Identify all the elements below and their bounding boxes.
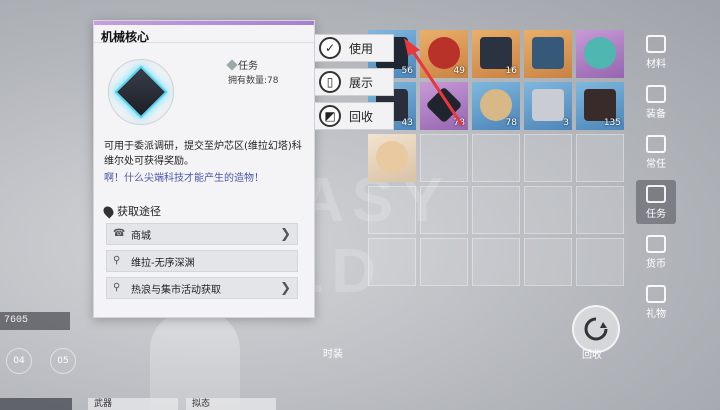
inventory-slot-empty[interactable] — [368, 238, 416, 286]
inventory-slot-empty[interactable] — [472, 186, 520, 234]
inventory-slot[interactable] — [524, 30, 572, 78]
rail-tab-currency[interactable]: 货币 — [636, 230, 676, 274]
chevron-right-icon: ❯ — [280, 281, 291, 296]
source-event[interactable]: ⚲ 热浪与集市活动获取 ❯ — [106, 277, 298, 299]
source-heading: 获取途径 — [101, 203, 161, 219]
display-icon: ▯ — [319, 71, 341, 93]
item-action-menu: ✓ 使用 ▯ 展示 ◩ 回收 — [314, 34, 394, 130]
recycle-button-label: 回收 — [582, 350, 602, 361]
recycle-icon — [584, 317, 608, 341]
recycle-item-button[interactable]: ◩ 回收 — [314, 102, 394, 130]
box-icon: ◩ — [319, 105, 341, 127]
equipment-icon — [646, 84, 666, 103]
bottom-tab-weapon[interactable]: 武器 — [88, 398, 178, 410]
character-figure — [150, 310, 240, 410]
inventory-slot-empty[interactable] — [524, 238, 572, 286]
item-description: 可用于委派调研，提交至炉芯区(维拉幻塔)科维尔处可获得奖励。 — [104, 141, 302, 167]
location-pin-icon — [101, 203, 116, 219]
gift-icon — [646, 284, 666, 303]
rail-tab-gift[interactable]: 礼物 — [636, 280, 676, 324]
inventory-slot-empty[interactable] — [472, 238, 520, 286]
use-button[interactable]: ✓ 使用 — [314, 34, 394, 62]
inventory-slot-empty[interactable] — [524, 186, 572, 234]
inventory-grid: 56 49 16 43 78 78 3 135 — [368, 30, 624, 286]
inventory-slot-empty[interactable] — [420, 134, 468, 182]
inventory-slot-empty[interactable] — [576, 238, 624, 286]
event-icon: ⚲ — [113, 282, 121, 293]
inventory-slot[interactable] — [576, 30, 624, 78]
rail-tab-common[interactable]: 常任 — [636, 130, 676, 174]
chevron-right-icon: ❯ — [280, 227, 291, 242]
inventory-slot[interactable]: 49 — [420, 30, 468, 78]
inventory-slot-empty[interactable] — [420, 186, 468, 234]
currency-icon — [646, 234, 666, 253]
rail-tab-equipment[interactable]: 装备 — [636, 80, 676, 124]
show-button[interactable]: ▯ 展示 — [314, 68, 394, 96]
item-detail-panel: 机械核心 任务 拥有数量:78 可用于委派调研，提交至炉芯区(维拉幻塔)科维尔处… — [93, 20, 315, 318]
inventory-slot-empty[interactable] — [524, 134, 572, 182]
inventory-slot-empty[interactable] — [472, 134, 520, 182]
inventory-slot[interactable] — [368, 134, 416, 182]
quest-icon — [646, 184, 666, 203]
mechanical-core-icon — [114, 65, 168, 119]
inventory-slot[interactable]: 3 — [524, 82, 572, 130]
check-icon: ✓ — [319, 37, 341, 59]
inventory-slot[interactable]: 135 — [576, 82, 624, 130]
inventory-slot-empty[interactable] — [576, 134, 624, 182]
inventory-slot-empty[interactable] — [368, 186, 416, 234]
category-rail: 材料 装备 常任 任务 货币 礼物 — [636, 30, 676, 324]
source-abyss[interactable]: ⚲ 维拉-无序深渊 — [106, 250, 298, 272]
item-owned-count: 拥有数量:78 — [228, 76, 279, 86]
rail-tab-materials[interactable]: 材料 — [636, 30, 676, 74]
materials-icon — [646, 34, 666, 53]
item-type: 任务 — [226, 57, 258, 72]
inventory-slot[interactable]: 78 — [420, 82, 468, 130]
common-icon — [646, 134, 666, 153]
item-icon-frame — [108, 59, 174, 125]
inventory-slot-empty[interactable] — [420, 238, 468, 286]
source-list: ☎ 商城 ❯ ⚲ 维拉-无序深渊 ⚲ 热浪与集市活动获取 ❯ — [106, 223, 298, 299]
rail-tab-quest[interactable]: 任务 — [636, 180, 676, 224]
bottom-tab-bar: 武器 拟态 — [0, 398, 720, 410]
slot-04-badge[interactable]: 04 — [6, 348, 32, 374]
power-stat: 7605 — [0, 312, 70, 330]
dungeon-icon: ⚲ — [113, 255, 121, 266]
item-flavor-text: 啊！什么尖端科技才能产生的造物！ — [104, 173, 264, 184]
source-shop[interactable]: ☎ 商城 ❯ — [106, 223, 298, 245]
slot-05-badge[interactable]: 05 — [50, 348, 76, 374]
shop-icon: ☎ — [113, 228, 126, 239]
bottom-tab-mimic[interactable]: 拟态 — [186, 398, 276, 410]
inventory-slot[interactable]: 16 — [472, 30, 520, 78]
inventory-slot-empty[interactable] — [576, 186, 624, 234]
item-title: 机械核心 — [94, 25, 314, 44]
inventory-slot[interactable]: 78 — [472, 82, 520, 130]
bottom-tab-0[interactable] — [0, 398, 72, 410]
type-diamond-icon — [226, 58, 238, 71]
outfit-label[interactable]: 时装 — [323, 345, 343, 360]
